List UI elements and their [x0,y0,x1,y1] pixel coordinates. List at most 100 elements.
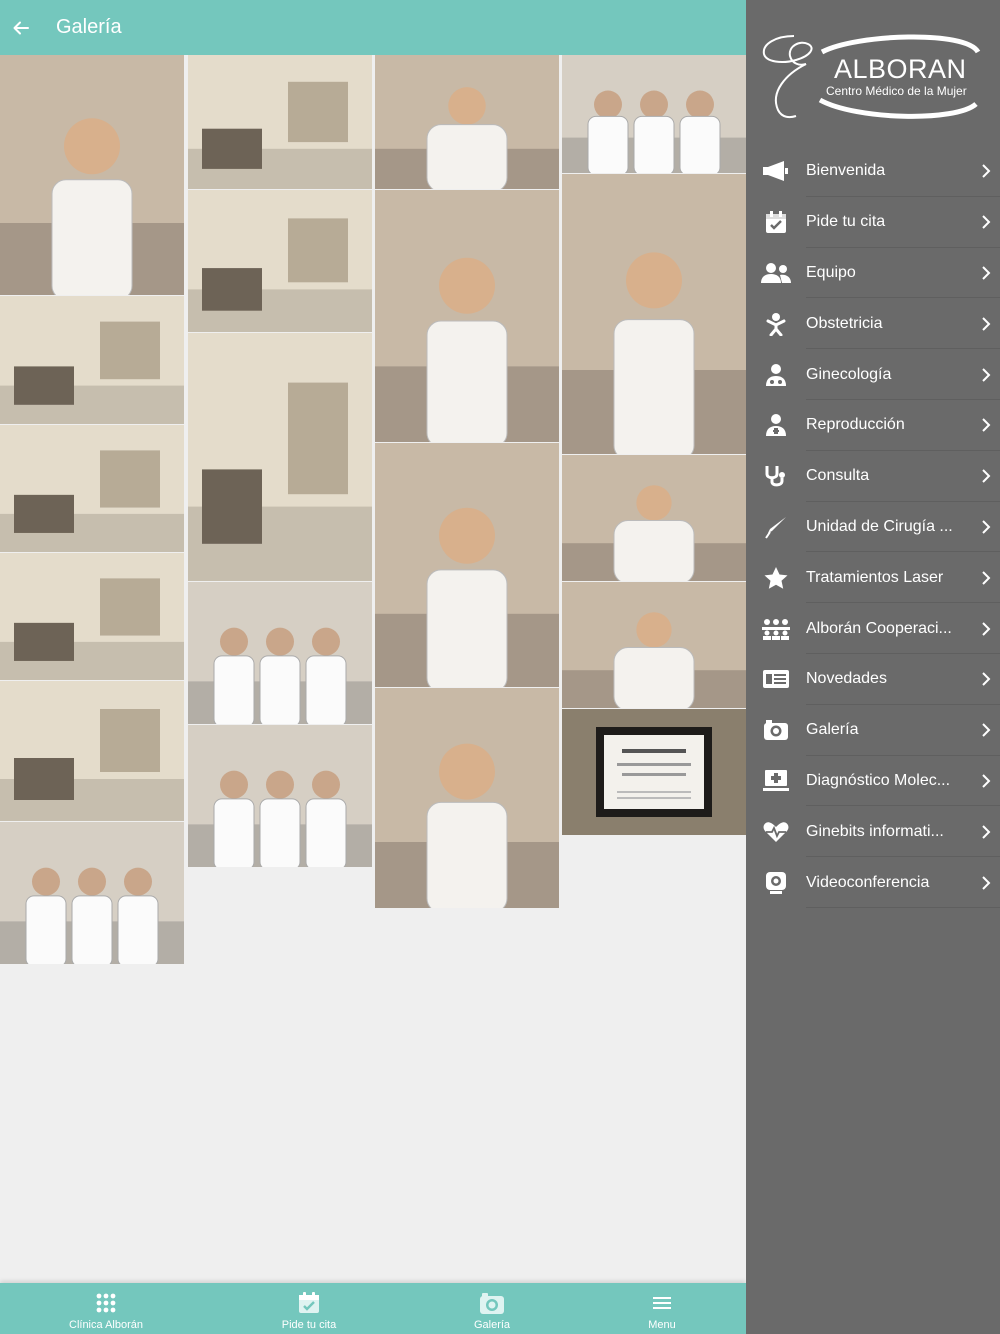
tab-label: Clínica Alborán [69,1319,143,1331]
chevron-right-icon [972,469,1000,483]
page-title: Galería [56,16,122,38]
menu-item-baby[interactable]: Obstetricia [746,298,1000,349]
scalpel-icon [746,515,806,539]
bottom-tab-bar: Clínica Alborán Pide tu cita Galería Men… [0,1283,746,1334]
group-icon [746,618,806,640]
chevron-right-icon [972,571,1000,585]
tab-label: Galería [473,1319,511,1331]
photo-lobby-banner[interactable] [188,190,372,332]
chevron-right-icon [972,875,1000,890]
menu-item-heartbeat[interactable]: Ginebits informati... [746,806,1000,857]
brand-tagline: Centro Médico de la Mujer [826,84,967,98]
menu-item-label: Unidad de Cirugía ... [806,517,953,535]
tab-label: Pide tu cita [281,1319,337,1331]
camera-icon [480,1293,504,1314]
side-menu: ALBORAN Centro Médico de la Mujer Bienve… [746,0,1000,1334]
photo-topdoctors-certificate[interactable] [562,709,746,835]
photo-image [562,55,746,173]
photo-image [188,582,372,724]
photo-reception-desk[interactable] [562,455,746,581]
photo-gallery [0,55,746,1283]
photo-staff-group-masks[interactable] [188,725,372,867]
menu-item-scalpel[interactable]: Unidad de Cirugía ... [746,502,1000,553]
photo-reception-plants[interactable] [188,55,372,189]
menu-item-label: Videoconferencia [806,873,930,891]
menu-item-webcam[interactable]: Videoconferencia [746,857,1000,908]
photo-computer-desk[interactable] [562,582,746,708]
grid-dots-icon [96,1293,116,1313]
menu-item-label: Alborán Cooperaci... [806,619,952,637]
tab-clinica-alboran[interactable]: Clínica Alborán [26,1283,186,1334]
menu-item-label: Ginebits informati... [806,822,944,840]
photo-banner-corridor[interactable] [188,333,372,581]
menu-item-calendar-check[interactable]: Pide tu cita [746,197,1000,248]
menu-item-label: Diagnóstico Molec... [806,771,951,789]
photo-waiting-room-tv[interactable] [0,553,184,680]
menu-item-medical-monitor[interactable]: Diagnóstico Molec... [746,756,1000,807]
photo-three-nurses[interactable] [562,55,746,173]
tab-galeria[interactable]: Galería [412,1283,572,1334]
tab-label: Menu [648,1319,676,1331]
photo-doctor-mask-banner[interactable] [375,55,559,189]
hamburger-icon [653,1297,671,1309]
menu-item-female-doctor[interactable]: Ginecología [746,349,1000,400]
photo-image [562,174,746,454]
menu-item-label: Obstetricia [806,314,883,332]
photo-office-library[interactable] [0,296,184,424]
menu-item-star[interactable]: Tratamientos Laser [746,552,1000,603]
chevron-right-icon [972,621,1000,636]
photo-doctor-desk[interactable] [0,55,184,295]
chevron-right-icon [972,317,1000,331]
female-doctor-icon [746,363,806,387]
chevron-right-icon [972,672,1000,687]
photo-image [0,681,184,821]
photo-image [562,455,746,581]
photo-image [375,688,559,908]
arrow-left-icon [13,21,29,34]
photo-staff-group-banner[interactable] [188,582,372,724]
star-icon [746,566,806,590]
photo-image [0,425,184,552]
photo-waiting-room-banner[interactable] [0,681,184,821]
menu-item-camera[interactable]: Galería [746,705,1000,756]
photo-image [375,55,559,189]
tab-pide-tu-cita[interactable]: Pide tu cita [229,1283,389,1334]
photo-image [188,725,372,867]
menu-item-stethoscope[interactable]: Consulta [746,451,1000,502]
photo-staff-banner-portrait[interactable] [562,174,746,454]
menu-item-label: Consulta [806,467,870,485]
tab-menu[interactable]: Menu [582,1283,742,1334]
photo-doctor-reading[interactable] [375,190,559,442]
menu-item-group[interactable]: Alborán Cooperaci... [746,603,1000,654]
menu-item-news[interactable]: Novedades [746,654,1000,705]
menu-item-doctor[interactable]: Reproducción [746,400,1000,451]
photo-doctor-book[interactable] [375,443,559,687]
chevron-right-icon [972,774,1000,788]
photo-doctor-arms-crossed[interactable] [375,688,559,908]
top-app-bar: Galería [0,0,746,55]
chevron-right-icon [972,520,1000,534]
photo-image [375,443,559,687]
photo-three-staff-masks[interactable] [0,822,184,964]
menu-item-megaphone[interactable]: Bienvenida [746,146,1000,197]
stethoscope-icon [746,464,806,488]
brand-name: ALBORAN [834,54,967,84]
back-button[interactable] [0,0,42,55]
alboran-logo: ALBORAN Centro Médico de la Mujer [756,30,986,125]
menu-item-label: Equipo [806,263,856,281]
users-icon [746,262,806,284]
chevron-right-icon [972,723,1000,737]
baby-icon [746,312,806,336]
camera-icon [746,719,806,741]
chevron-right-icon [972,825,1000,839]
menu-item-label: Novedades [806,670,887,688]
app-root: Galería Clínica Alborán Pide tu cita Gal… [0,0,1000,1334]
photo-image [188,333,372,581]
chevron-right-icon [972,367,1000,382]
photo-ultrasound-room[interactable] [0,425,184,552]
photo-image [0,55,184,295]
menu-item-users[interactable]: Equipo [746,248,1000,299]
photo-image [0,553,184,680]
menu-item-label: Ginecología [806,365,892,383]
medical-monitor-icon [746,769,806,793]
